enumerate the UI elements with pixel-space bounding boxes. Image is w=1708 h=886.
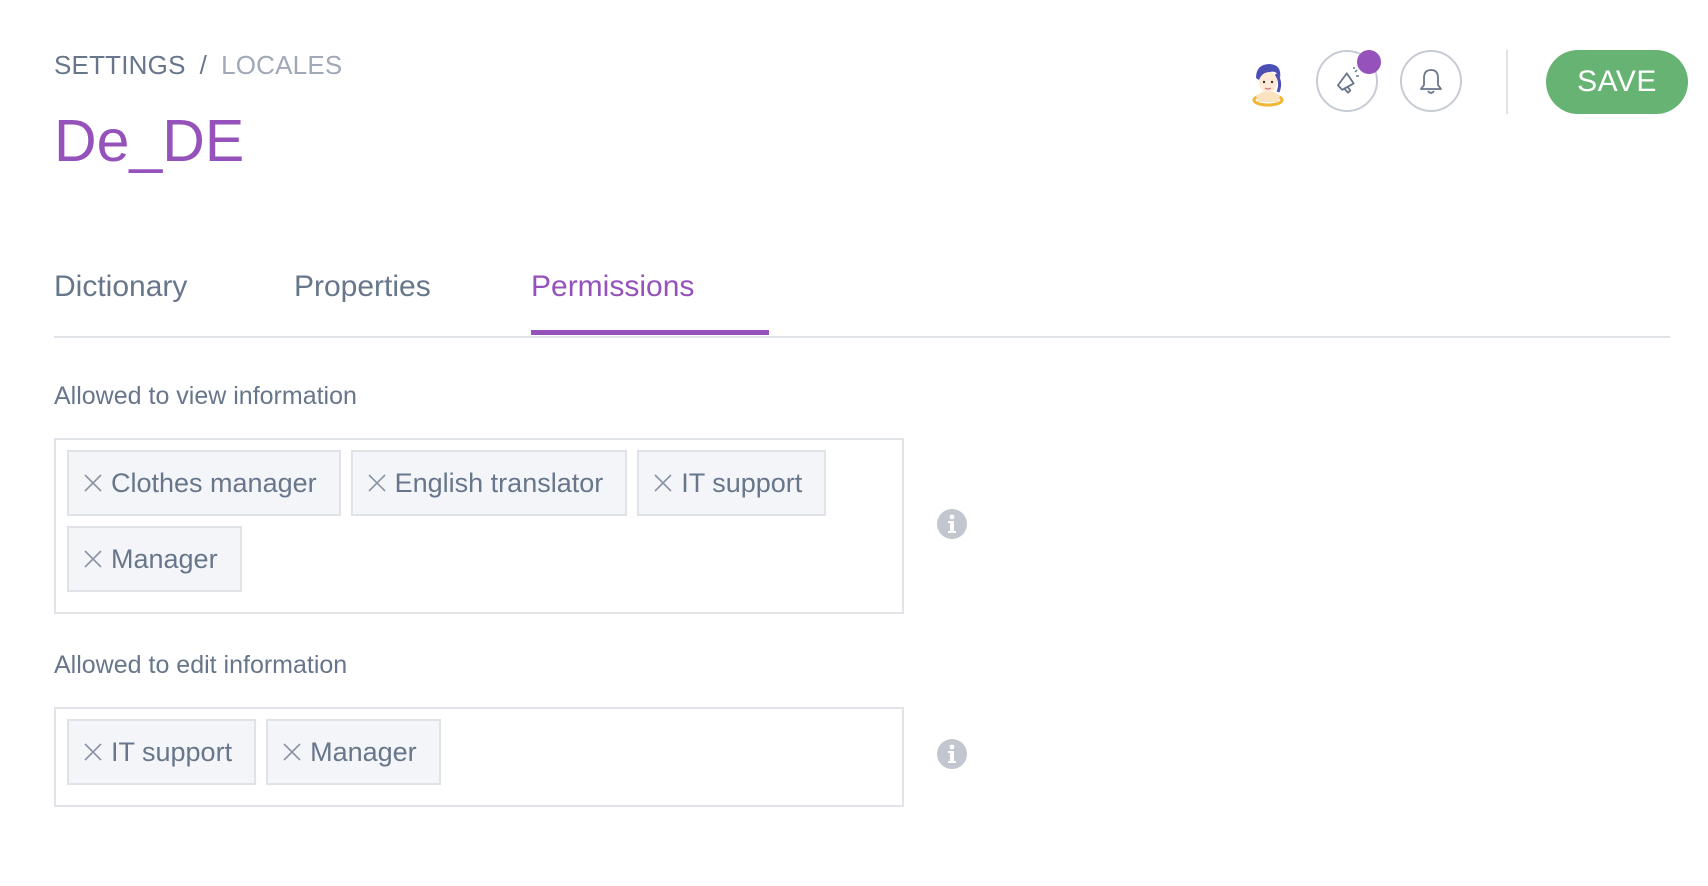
tag-english-translator: English translator (350, 450, 628, 516)
remove-tag-icon[interactable] (280, 740, 304, 764)
tag-label: Manager (111, 543, 218, 574)
bell-icon (1420, 69, 1442, 94)
remove-tag-icon[interactable] (365, 471, 389, 495)
active-tab-indicator (531, 330, 769, 335)
breadcrumb-separator: / (199, 50, 208, 80)
info-icon[interactable] (936, 738, 968, 770)
save-button[interactable]: SAVE (1546, 50, 1688, 114)
notification-dot (1357, 50, 1381, 74)
remove-tag-icon[interactable] (651, 471, 675, 495)
remove-tag-icon[interactable] (81, 471, 105, 495)
edit-permissions-label: Allowed to edit information (54, 651, 348, 679)
edit-permissions-input[interactable]: IT support Manager (54, 707, 904, 807)
page-title: De_DE (54, 108, 245, 174)
view-permissions-input[interactable]: Clothes manager English translator IT su… (54, 438, 904, 614)
remove-tag-icon[interactable] (81, 740, 105, 764)
breadcrumb-locales[interactable]: LOCALES (221, 50, 342, 80)
breadcrumb: SETTINGS / LOCALES (54, 50, 342, 81)
info-icon[interactable] (936, 508, 968, 540)
announcements-button[interactable] (1316, 50, 1381, 112)
tag-label: Manager (310, 736, 417, 767)
megaphone-icon (1337, 67, 1359, 94)
tab-bar: Dictionary Properties Permissions (54, 270, 1670, 338)
notifications-button[interactable] (1400, 50, 1462, 112)
user-avatar[interactable] (1242, 56, 1294, 108)
tag-manager: Manager (67, 526, 242, 592)
tag-it-support: IT support (637, 450, 827, 516)
remove-tag-icon[interactable] (81, 547, 105, 571)
tab-dictionary[interactable]: Dictionary (54, 270, 187, 304)
view-permissions-label: Allowed to view information (54, 382, 357, 410)
tag-it-support: IT support (67, 719, 257, 785)
tag-label: Clothes manager (111, 467, 317, 498)
tab-permissions[interactable]: Permissions (531, 270, 694, 304)
tag-label: English translator (394, 467, 604, 498)
breadcrumb-settings[interactable]: SETTINGS (54, 50, 186, 80)
tag-manager: Manager (266, 719, 441, 785)
tab-properties[interactable]: Properties (294, 270, 431, 304)
tag-clothes-manager: Clothes manager (67, 450, 341, 516)
header-divider (1506, 50, 1508, 114)
tag-label: IT support (681, 467, 803, 498)
tag-label: IT support (111, 736, 233, 767)
